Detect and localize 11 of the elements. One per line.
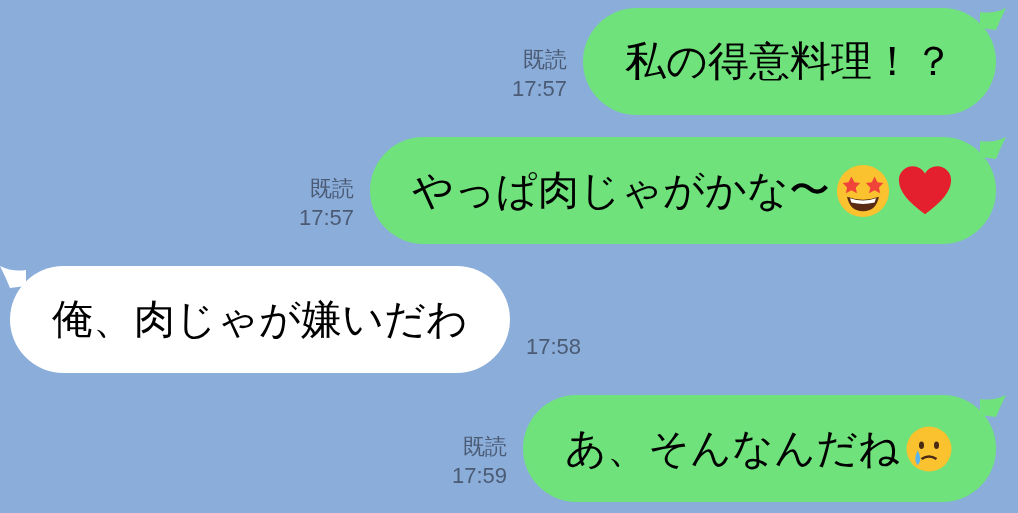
message-time: 17:57 xyxy=(511,75,567,103)
message-text: やっぱ肉じゃがかな〜 xyxy=(412,165,830,215)
read-receipt: 既読 xyxy=(310,175,354,203)
message-time: 17:59 xyxy=(451,462,507,490)
message-time: 17:58 xyxy=(526,333,582,361)
message-text: 私の得意料理！？ xyxy=(625,36,954,86)
message-time: 17:57 xyxy=(298,204,354,232)
read-receipt: 既読 xyxy=(523,46,567,74)
message-text: 俺、肉じゃが嫌いだわ xyxy=(52,294,468,344)
message-text: あ、そんなんだね xyxy=(565,423,900,473)
read-receipt: 既読 xyxy=(463,433,507,461)
